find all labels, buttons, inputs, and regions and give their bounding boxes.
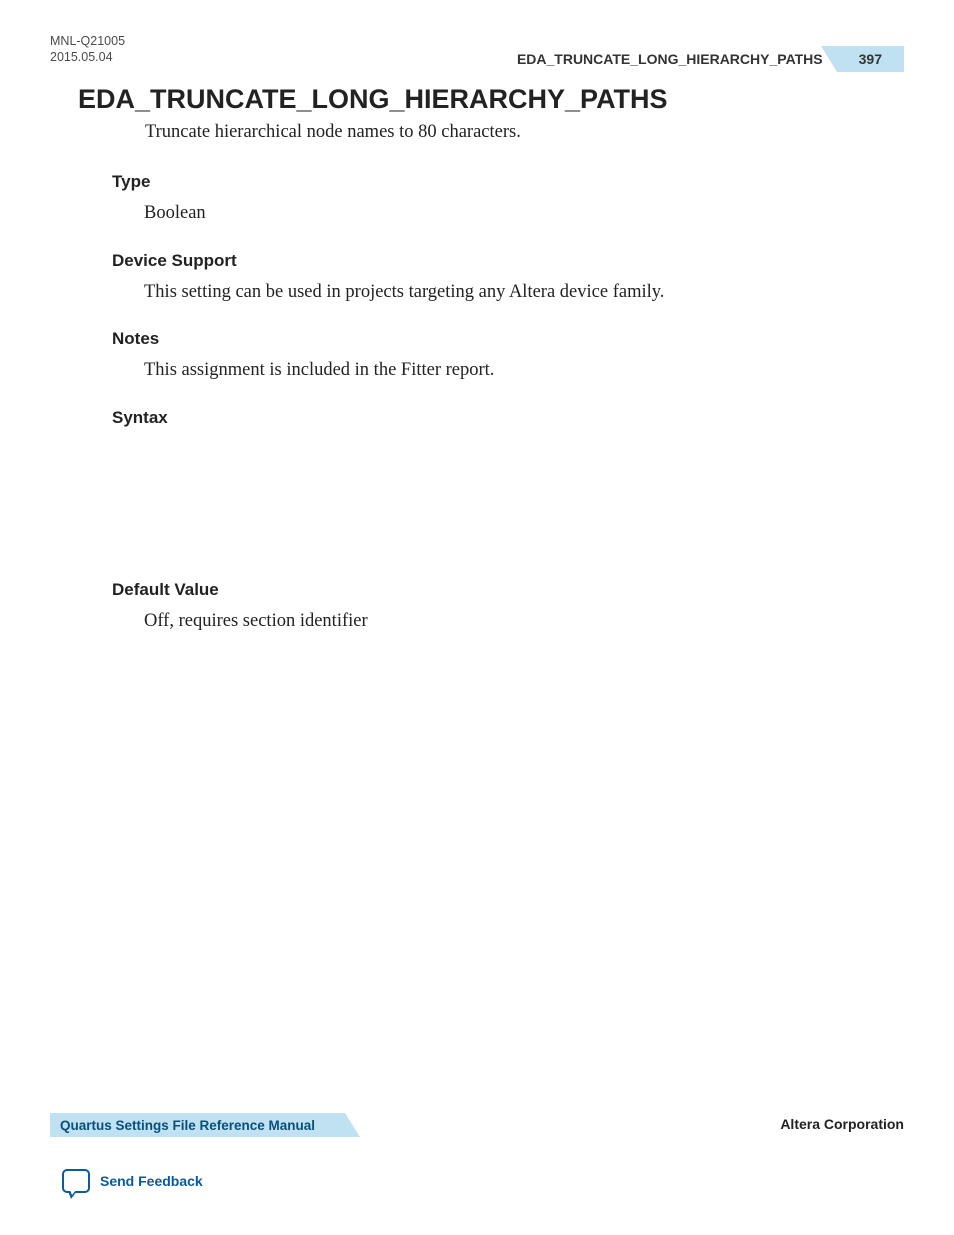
doc-date: 2015.05.04	[50, 50, 125, 66]
page-number: 397	[837, 46, 904, 72]
section-type: Type Boolean	[112, 172, 884, 227]
running-title: EDA_TRUNCATE_LONG_HIERARCHY_PATHS	[517, 46, 837, 72]
speech-bubble-icon	[62, 1169, 90, 1193]
running-header: EDA_TRUNCATE_LONG_HIERARCHY_PATHS 397	[517, 46, 904, 72]
body-type: Boolean	[144, 200, 884, 227]
section-device-support: Device Support This setting can be used …	[112, 251, 884, 306]
body-default-value: Off, requires section identifier	[144, 608, 884, 635]
section-heading: EDA_TRUNCATE_LONG_HIERARCHY_PATHS	[78, 84, 884, 115]
subheading-syntax: Syntax	[112, 408, 884, 428]
subheading-notes: Notes	[112, 329, 884, 349]
body-syntax	[144, 436, 884, 556]
content-area: EDA_TRUNCATE_LONG_HIERARCHY_PATHS Trunca…	[78, 84, 884, 659]
section-description: Truncate hierarchical node names to 80 c…	[145, 119, 884, 146]
subheading-default-value: Default Value	[112, 580, 884, 600]
subheading-device-support: Device Support	[112, 251, 884, 271]
footer-bar: Quartus Settings File Reference Manual A…	[50, 1113, 904, 1137]
footer-company: Altera Corporation	[780, 1116, 904, 1132]
send-feedback-link[interactable]: Send Feedback	[62, 1169, 203, 1193]
doc-id: MNL-Q21005	[50, 34, 125, 50]
section-notes: Notes This assignment is included in the…	[112, 329, 884, 384]
footer-manual-name[interactable]: Quartus Settings File Reference Manual	[50, 1113, 345, 1137]
send-feedback-label: Send Feedback	[100, 1173, 203, 1189]
body-device-support: This setting can be used in projects tar…	[144, 279, 884, 306]
doc-meta-block: MNL-Q21005 2015.05.04	[50, 34, 125, 65]
body-notes: This assignment is included in the Fitte…	[144, 357, 884, 384]
section-syntax: Syntax	[112, 408, 884, 556]
page-root: MNL-Q21005 2015.05.04 EDA_TRUNCATE_LONG_…	[0, 0, 954, 1235]
subheading-type: Type	[112, 172, 884, 192]
section-default-value: Default Value Off, requires section iden…	[112, 580, 884, 635]
